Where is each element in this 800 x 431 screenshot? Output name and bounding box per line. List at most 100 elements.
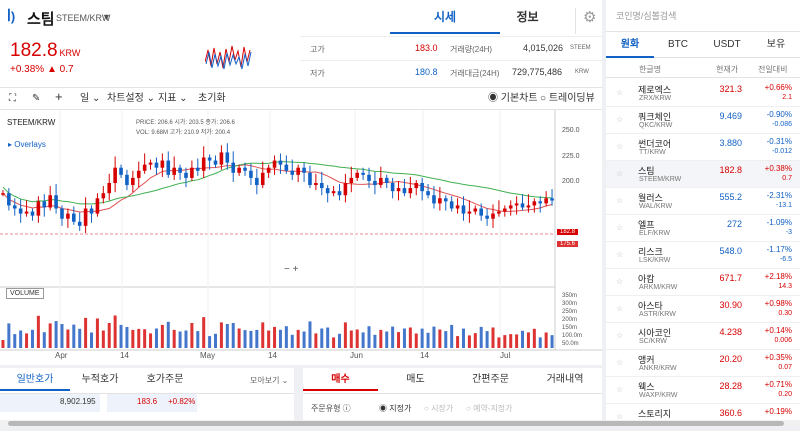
coin-row-amt: 0.30 (778, 310, 792, 317)
tradingview-radio[interactable]: ○ 트레이딩뷰 (540, 92, 595, 106)
coin-row-amt: 0.07 (778, 364, 792, 371)
volume-bar (497, 337, 501, 348)
star-icon[interactable]: ☆ (616, 115, 623, 124)
reset-button[interactable]: 초기화 (198, 92, 226, 106)
zoom-controls[interactable]: − + (284, 264, 298, 275)
tab-orderbook[interactable]: 일반호가 (0, 368, 70, 391)
candle-body (408, 188, 413, 194)
horizontal-scrollbar[interactable] (0, 420, 800, 427)
tab-krw[interactable]: 원화 (606, 32, 654, 58)
reserve-radio[interactable]: ○ 예약-지정가 (466, 403, 513, 414)
search-input[interactable]: 코인명/심볼검색 (606, 0, 800, 32)
star-icon[interactable]: ☆ (616, 142, 623, 151)
coin-row-price: 555.2 (719, 192, 742, 202)
volume-bar (196, 331, 200, 348)
pencil-icon[interactable]: ✎ (32, 92, 40, 106)
star-icon[interactable]: ☆ (616, 331, 623, 340)
candle-body (148, 162, 153, 165)
volume-bar (208, 336, 212, 348)
coin-row-pair: TT/KRW (639, 149, 666, 156)
tab-holdings[interactable]: 보유 (752, 32, 800, 58)
tab-btc[interactable]: BTC (654, 32, 702, 58)
orderbook-qty[interactable]: 8,902.195 (60, 397, 96, 406)
volume-bar (515, 334, 519, 348)
volume-bar (119, 324, 123, 348)
coin-row[interactable]: ☆ 쿼크체인 QKC/KRW 9.469 -0.90% -0.086 (606, 107, 800, 134)
candle-body (260, 172, 265, 186)
header-price[interactable]: 현재가 (716, 64, 738, 75)
tab-info[interactable]: 정보 (480, 0, 575, 34)
coin-row[interactable]: ☆ 시아코인 SC/KRW 4.238 +0.14% 0.006 (606, 323, 800, 350)
tab-order[interactable]: 호가주문 (135, 368, 195, 391)
candle-body (249, 170, 253, 178)
volume-bar (95, 318, 99, 348)
indicator-button[interactable]: 지표 ⌄ (158, 92, 188, 106)
candle-body (154, 162, 159, 168)
star-icon[interactable]: ☆ (616, 277, 623, 286)
fullscreen-icon[interactable]: ⛶ (9, 92, 16, 106)
coin-row-pct: -1.17% (766, 245, 792, 254)
tab-sell[interactable]: 매도 (378, 368, 453, 391)
coin-row[interactable]: ☆ 아스타 ASTR/KRW 30.90 +0.98% 0.30 (606, 296, 800, 323)
crosshair-icon[interactable]: + (55, 90, 63, 104)
coin-row-pair: WAL/KRW (639, 203, 673, 210)
volume-bar (13, 334, 17, 348)
coin-row[interactable]: ☆ 썬더코어 TT/KRW 3.880 -0.31% -0.012 (606, 134, 800, 161)
price-chart[interactable]: STEEM/KRW ▸ Overlays PRICE: 206.6 시가: 20… (0, 110, 602, 365)
star-icon[interactable]: ☆ (616, 169, 623, 178)
candle-body (302, 167, 306, 173)
star-icon[interactable]: ☆ (616, 358, 623, 367)
volume-bar (225, 324, 229, 348)
coin-row-pct: +0.19% (764, 407, 792, 416)
candle-body (12, 205, 17, 209)
tab-simple[interactable]: 간편주문 (453, 368, 528, 391)
market-radio[interactable]: ○ 시장가 (424, 403, 453, 414)
volume-bar (426, 332, 430, 348)
tab-buy[interactable]: 매수 (303, 368, 378, 391)
steem-logo-icon: ꟾ) (7, 9, 16, 24)
candle-body (361, 172, 365, 175)
chevron-down-icon[interactable]: ▼ (102, 12, 111, 22)
coin-row[interactable]: ☆ 앵커 ANKR/KRW 20.20 +0.35% 0.07 (606, 350, 800, 377)
volume-bar (432, 326, 436, 348)
volume-bar (149, 333, 153, 348)
star-icon[interactable]: ☆ (616, 223, 623, 232)
coin-row[interactable]: ☆ 월러스 WAL/KRW 555.2 -2.31% -13.1 (606, 188, 800, 215)
star-icon[interactable]: ☆ (616, 196, 623, 205)
candle-body (379, 177, 383, 186)
coin-row[interactable]: ☆ 엘프 ELF/KRW 272 -1.09% -3 (606, 215, 800, 242)
star-icon[interactable]: ☆ (616, 88, 623, 97)
coin-row[interactable]: ☆ 아캄 ARKM/KRW 671.7 +2.18% 14.3 (606, 269, 800, 296)
candle-body (296, 167, 300, 175)
coin-row[interactable]: ☆ 제로엑스 ZRX/KRW 321.3 +0.66% 2.1 (606, 80, 800, 107)
tab-usdt[interactable]: USDT (703, 32, 751, 58)
basic-chart-radio[interactable]: ◉ 기본차트 (488, 92, 538, 106)
coin-row[interactable]: ☆ 웩스 WAXP/KRW 28.28 +0.71% 0.20 (606, 377, 800, 404)
candle-body (72, 213, 76, 222)
coin-row[interactable]: ☆ 리스크 LSK/KRW 548.0 -1.17% -6.5 (606, 242, 800, 269)
star-icon[interactable]: ☆ (616, 250, 623, 259)
coin-row[interactable]: ☆ 스팀 STEEM/KRW 182.8 +0.38% 0.7 (606, 161, 800, 188)
candle-body (1, 193, 5, 195)
volume-bar (7, 323, 11, 348)
overlays-toggle[interactable]: ▸ Overlays (8, 140, 46, 149)
coin-row-pair: ARKM/KRW (639, 284, 678, 291)
limit-radio[interactable]: ◉ 지정가 (379, 403, 411, 414)
chart-settings-button[interactable]: 차트설정 ⌄ (107, 92, 155, 106)
candle-body (532, 201, 537, 206)
volume-bar (467, 335, 471, 348)
orderbook-price[interactable]: 183.6 (137, 397, 157, 406)
star-icon[interactable]: ☆ (616, 385, 623, 394)
chart-symbol: STEEM/KRW (7, 118, 56, 127)
period-select[interactable]: 일 ⌄ (80, 92, 100, 106)
gear-icon[interactable]: ⚙ (575, 8, 596, 34)
star-icon[interactable]: ☆ (616, 304, 623, 313)
volume-bar (379, 329, 383, 348)
header-name[interactable]: 한글명 (639, 64, 661, 75)
more-select[interactable]: 모아보기 ⌄ (250, 375, 288, 386)
date-tick: 14 (268, 351, 277, 360)
tab-history[interactable]: 거래내역 (528, 368, 602, 391)
coin-row-pair: ZRX/KRW (639, 95, 672, 102)
header-change[interactable]: 전일대비 (758, 64, 787, 75)
tab-cumulative[interactable]: 누적호가 (70, 368, 130, 391)
